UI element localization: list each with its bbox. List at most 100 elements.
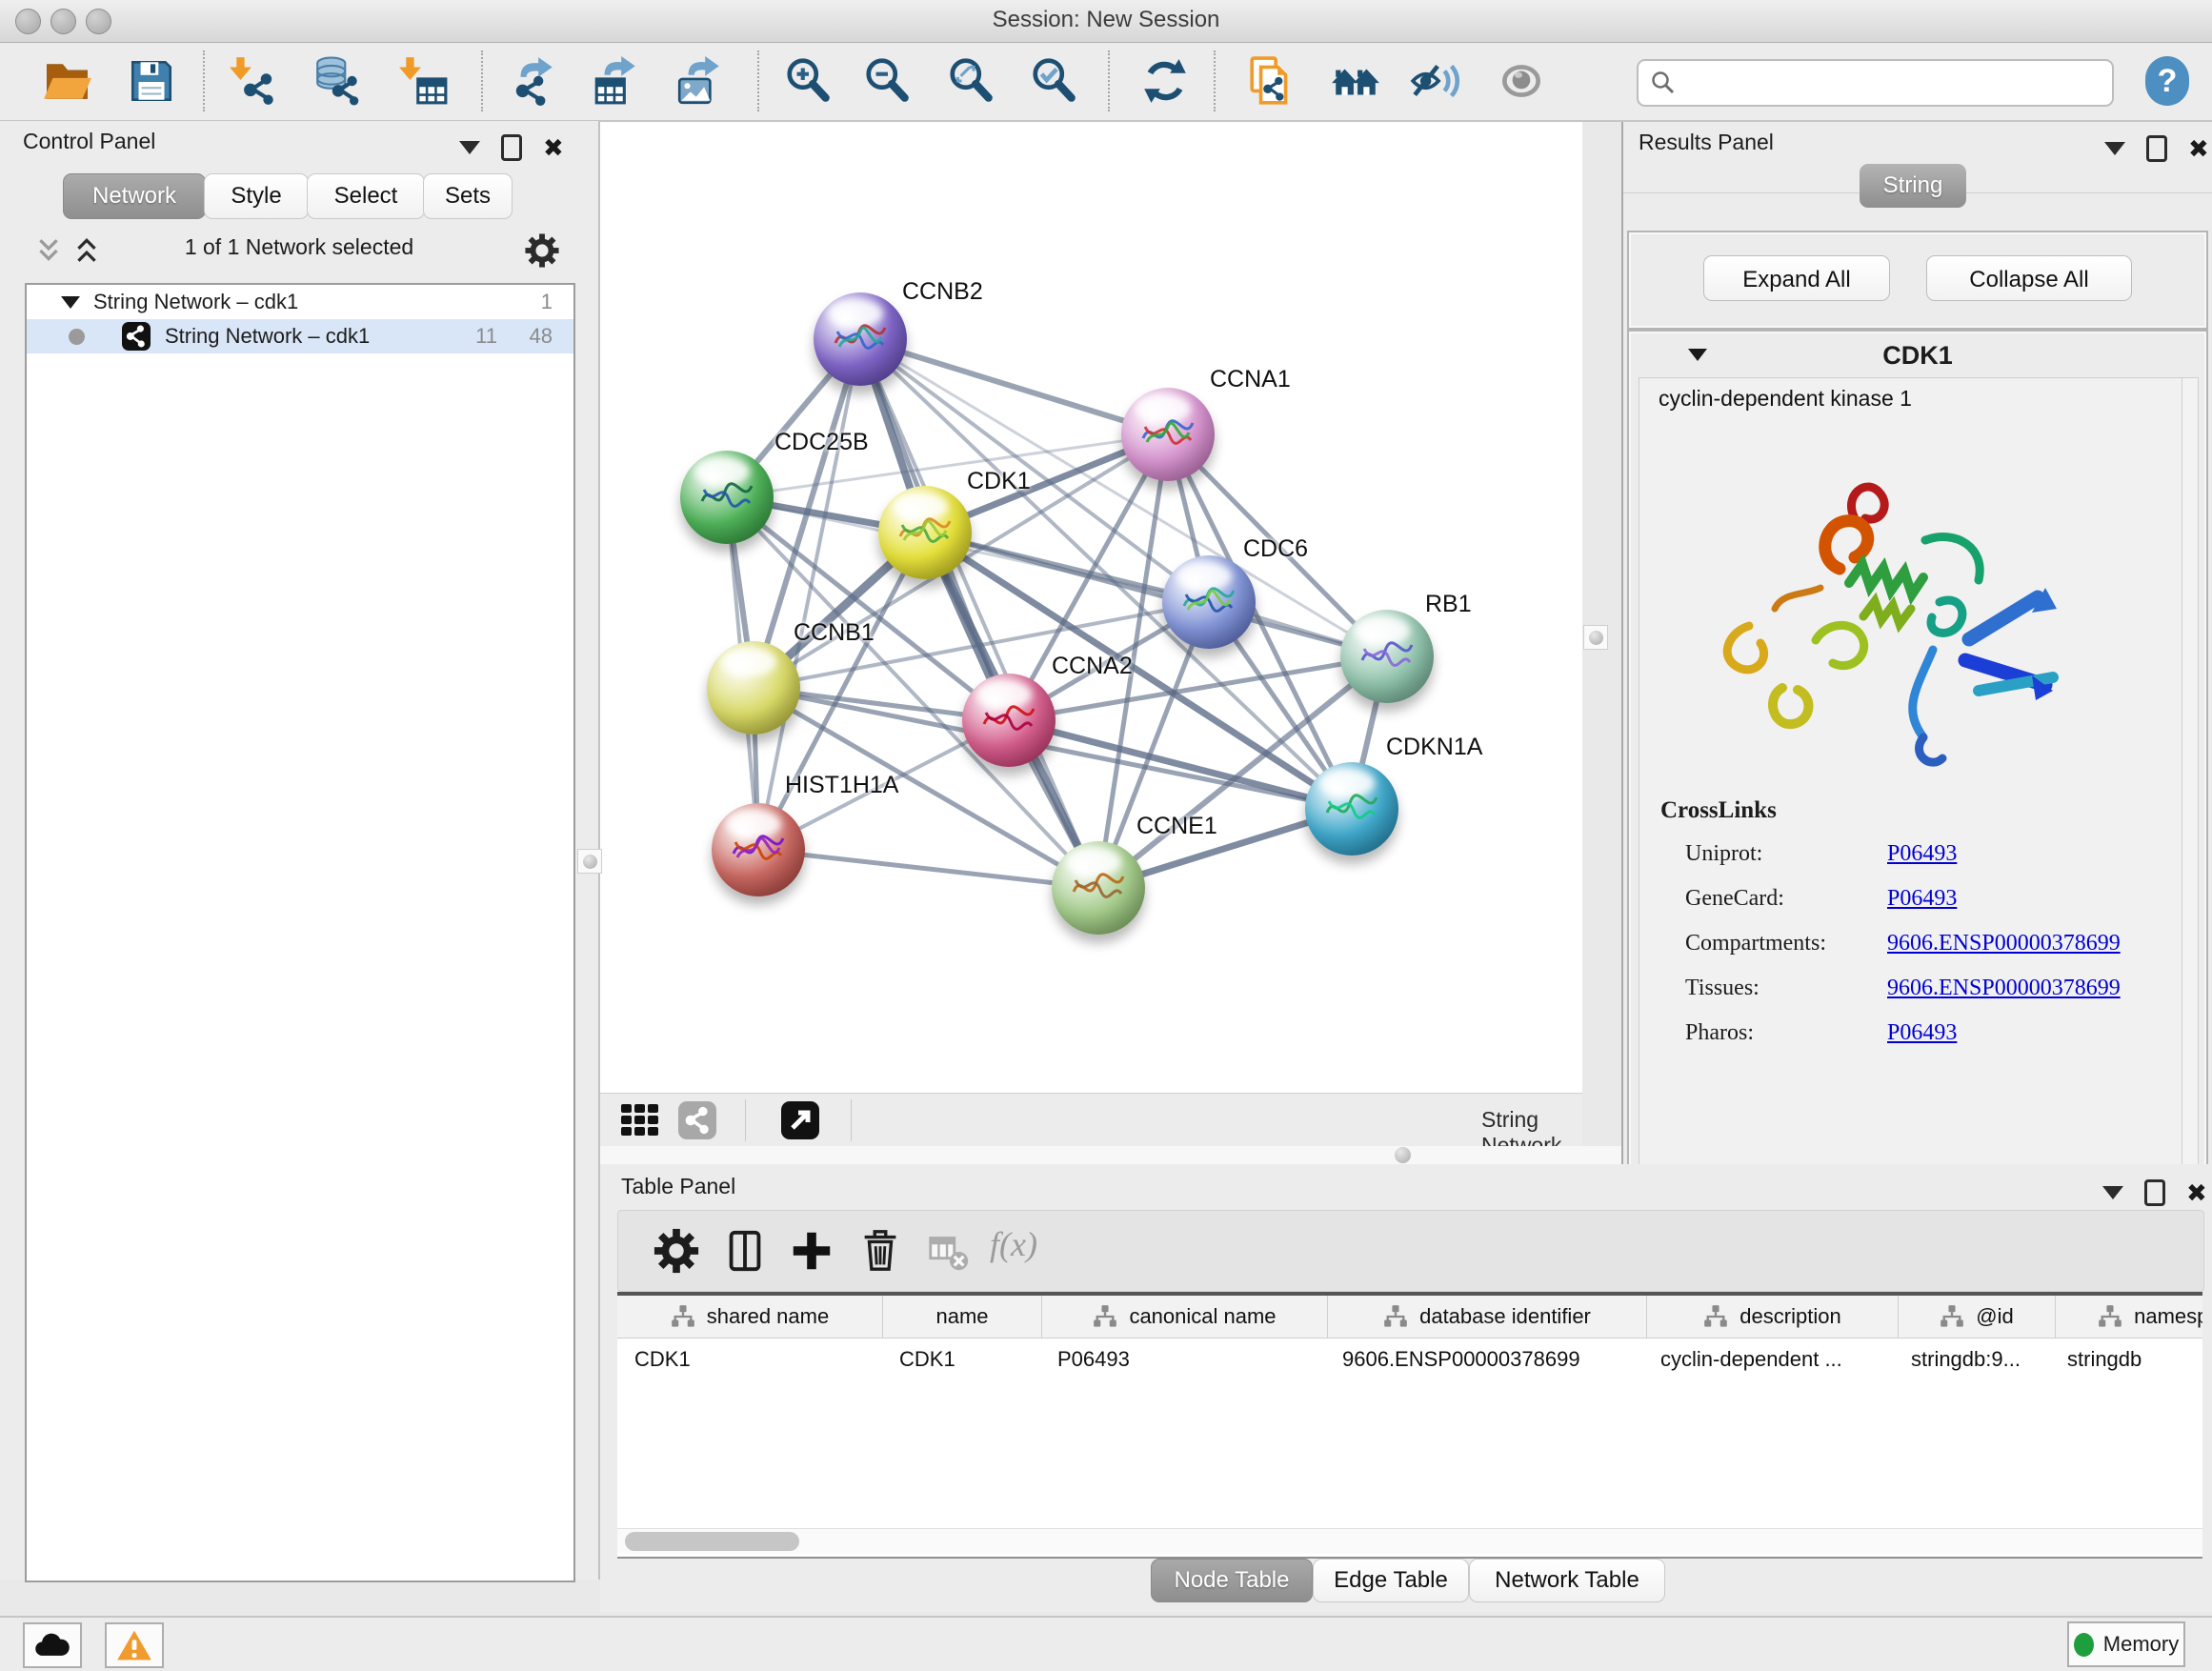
search-input[interactable] [1684, 64, 2112, 102]
tab-select[interactable]: Select [307, 173, 425, 219]
table-cell[interactable]: 9606.ENSP00000378699 [1325, 1339, 1643, 1380]
float-panel-icon[interactable] [2146, 135, 2167, 162]
tab-string[interactable]: String [1860, 164, 1966, 208]
import-table-button[interactable] [398, 55, 450, 107]
birdseye-grid-icon[interactable] [621, 1104, 663, 1137]
save-session-button[interactable] [126, 55, 177, 107]
copy-network-button[interactable] [1246, 55, 1297, 107]
panel-menu-icon[interactable] [2104, 142, 2125, 155]
warning-button[interactable] [105, 1622, 164, 1668]
column-header-namespace[interactable]: namespace [2056, 1296, 2202, 1338]
tab-node-table[interactable]: Node Table [1151, 1559, 1313, 1602]
table-row[interactable]: CDK1CDK1P064939606.ENSP00000378699cyclin… [617, 1339, 2202, 1380]
network-node-CDC6[interactable] [1162, 555, 1256, 649]
column-header-name[interactable]: name [883, 1296, 1042, 1338]
delete-table-icon[interactable] [925, 1227, 973, 1275]
horizontal-splitter-handle[interactable] [1395, 1147, 1411, 1163]
home-networks-button[interactable] [1330, 55, 1381, 107]
tab-network-table[interactable]: Network Table [1469, 1559, 1665, 1602]
refresh-layout-button[interactable] [1139, 55, 1191, 107]
table-cell[interactable]: cyclin-dependent ... [1643, 1339, 1894, 1380]
tab-network[interactable]: Network [63, 173, 206, 219]
network-node-CCNB1[interactable] [707, 641, 800, 735]
table-cell[interactable]: stringdb [2050, 1339, 2202, 1380]
column-header-description[interactable]: description [1647, 1296, 1899, 1338]
zoom-out-button[interactable] [862, 55, 914, 107]
export-image-button[interactable] [674, 55, 726, 107]
import-network-button[interactable] [229, 55, 280, 107]
column-header-shared-name[interactable]: shared name [617, 1296, 883, 1338]
gear-icon[interactable] [524, 232, 560, 269]
import-database-button[interactable] [312, 55, 364, 107]
table-cell[interactable]: CDK1 [617, 1339, 882, 1380]
export-table-button[interactable] [591, 55, 642, 107]
create-column-plus-icon[interactable] [788, 1227, 835, 1275]
crosslink-value-link[interactable]: 9606.ENSP00000378699 [1887, 931, 2121, 956]
network-node-CCNA1[interactable] [1121, 388, 1215, 481]
protein-card-header[interactable]: CDK1 [1631, 333, 2204, 375]
string-view-icon[interactable] [678, 1101, 716, 1139]
crosslink-value-link[interactable]: P06493 [1887, 1020, 1957, 1046]
collapse-all-button[interactable]: Collapse All [1926, 255, 2132, 301]
network-edge-HIST1H1A-CCNE1[interactable] [758, 850, 1098, 888]
collection-expander-icon[interactable] [61, 296, 80, 309]
vertical-splitter-handle-right[interactable] [1583, 625, 1608, 650]
network-node-HIST1H1A[interactable] [712, 803, 805, 896]
help-button[interactable]: ? [2145, 56, 2189, 106]
network-node-CDC25B[interactable] [680, 451, 774, 544]
vertical-splitter-handle-left[interactable] [577, 849, 602, 874]
network-node-CCNA2[interactable] [962, 674, 1056, 767]
close-panel-icon[interactable]: ✖ [543, 137, 564, 158]
crosslink-value-link[interactable]: 9606.ENSP00000378699 [1887, 976, 2121, 1001]
network-row-selected[interactable]: String Network – cdk1 11 48 [27, 319, 573, 353]
table-settings-gear-icon[interactable] [653, 1227, 700, 1275]
column-header-database-identifier[interactable]: database identifier [1328, 1296, 1647, 1338]
network-node-CDKN1A[interactable] [1305, 762, 1398, 856]
panel-menu-icon[interactable] [2102, 1186, 2123, 1199]
network-node-CDK1[interactable] [878, 486, 972, 579]
delete-column-trash-icon[interactable] [856, 1227, 904, 1275]
cloud-button[interactable] [23, 1622, 82, 1668]
column-header-canonical-name[interactable]: canonical name [1042, 1296, 1328, 1338]
network-edge-CCNB2-CCNA1[interactable] [860, 339, 1168, 434]
hide-panel-eye-button[interactable] [1410, 55, 1461, 107]
memory-button[interactable]: Memory [2067, 1621, 2185, 1667]
results-vertical-scrollbar[interactable] [2182, 377, 2199, 1200]
open-session-button[interactable] [42, 55, 93, 107]
zoom-in-button[interactable] [783, 55, 835, 107]
network-node-CCNB2[interactable] [814, 292, 907, 386]
show-columns-icon[interactable] [721, 1227, 769, 1275]
zoom-fit-button[interactable] [946, 55, 997, 107]
table-horizontal-scrollbar[interactable] [617, 1528, 2202, 1554]
search-field[interactable] [1637, 59, 2114, 107]
node-table-grid[interactable]: shared namenamecanonical namedatabase id… [617, 1292, 2202, 1559]
function-builder-fx[interactable]: f(x) [990, 1224, 1037, 1264]
scrollbar-thumb[interactable] [625, 1532, 799, 1551]
crosslink-value-link[interactable]: P06493 [1887, 841, 1957, 867]
network-node-CCNE1[interactable] [1052, 841, 1145, 935]
panel-menu-icon[interactable] [459, 141, 480, 154]
close-panel-icon[interactable]: ✖ [2188, 138, 2209, 159]
table-cell[interactable]: P06493 [1040, 1339, 1325, 1380]
close-panel-icon[interactable]: ✖ [2186, 1182, 2207, 1203]
network-edge-CDK1-RB1[interactable] [925, 533, 1387, 656]
table-cell[interactable]: stringdb:9... [1894, 1339, 2050, 1380]
export-network-button[interactable] [509, 55, 560, 107]
tab-edge-table[interactable]: Edge Table [1313, 1559, 1469, 1602]
collapse-card-icon[interactable] [1688, 349, 1707, 361]
expand-all-button[interactable]: Expand All [1703, 255, 1890, 301]
column-header-@id[interactable]: @id [1899, 1296, 2056, 1338]
network-collection-row[interactable]: String Network – cdk1 1 [27, 285, 573, 319]
open-in-window-icon[interactable] [781, 1101, 819, 1139]
network-edge-CCNB2-CCNE1[interactable] [860, 339, 1098, 888]
float-panel-icon[interactable] [501, 134, 522, 161]
tab-style[interactable]: Style [204, 173, 309, 219]
network-node-RB1[interactable] [1340, 610, 1434, 703]
float-panel-icon[interactable] [2144, 1179, 2165, 1206]
zoom-selected-button[interactable] [1029, 55, 1080, 107]
network-view-canvas[interactable]: CCNB2CCNA1CDC25BCDK1CDC6RB1CCNB1CCNA2CDK… [600, 122, 1582, 1093]
tab-sets[interactable]: Sets [423, 173, 513, 219]
show-panel-eye-button[interactable] [1496, 55, 1547, 107]
crosslink-value-link[interactable]: P06493 [1887, 886, 1957, 912]
table-cell[interactable]: CDK1 [882, 1339, 1040, 1380]
